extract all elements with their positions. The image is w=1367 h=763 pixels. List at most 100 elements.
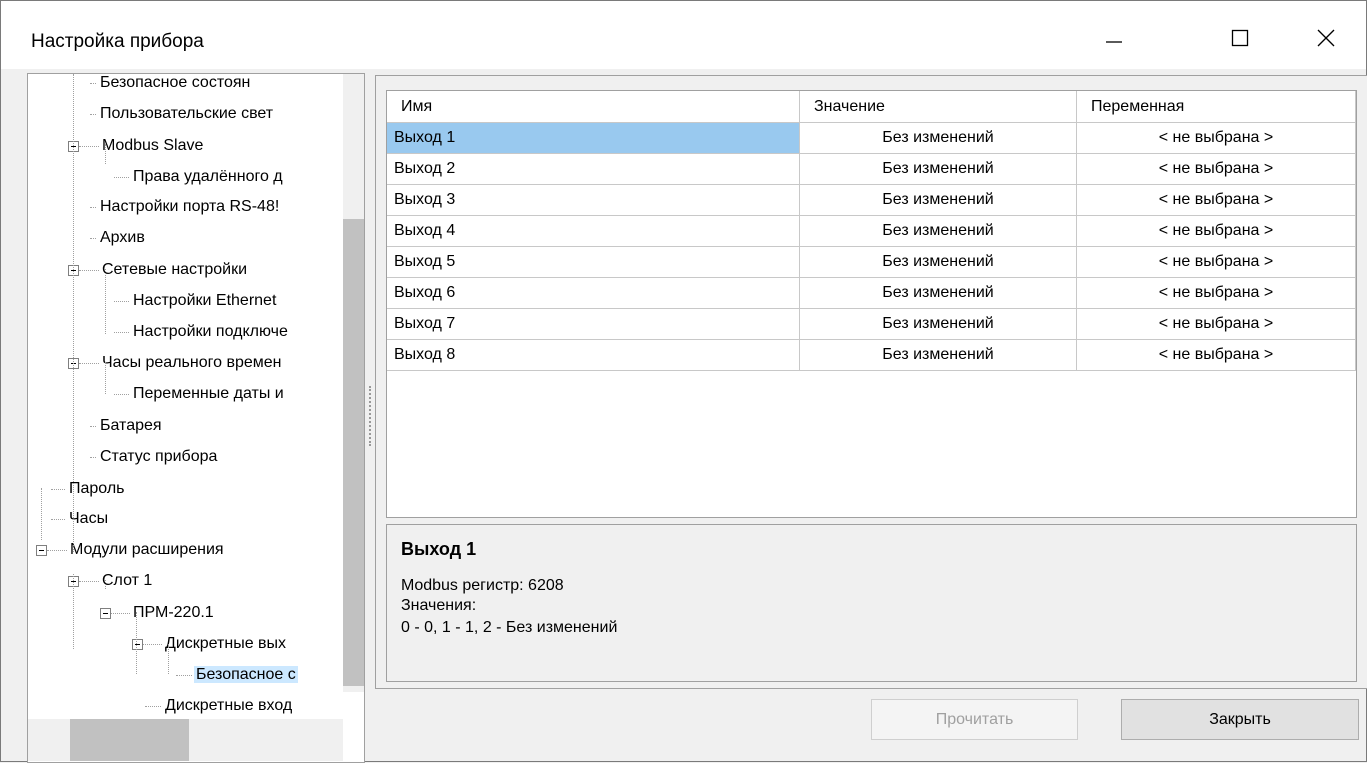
tree-connector [114,394,129,395]
tree-item[interactable]: Права удалённого д [131,162,285,192]
outputs-grid: Имя Значение Переменная Выход 1 Без измен… [386,90,1357,518]
tree-item[interactable]: Модули расширения [68,535,226,565]
tree-item[interactable]: Сетевые настройки [100,255,249,285]
tree-connector [79,363,99,364]
tree-item-label: Батарея [100,417,162,434]
tree-connector [47,550,67,551]
maximize-icon [1231,29,1249,47]
table-body: Выход 1 Без изменений < не выбрана > Выход … [387,122,1356,371]
collapse-icon[interactable] [132,639,143,650]
cell-variable[interactable]: < не выбрана > [1076,246,1356,278]
tree-item-label: Пароль [69,480,125,497]
table-row[interactable]: Выход 4 Без изменений < не выбрана > [387,215,1356,247]
tree-connector [145,706,161,707]
table-row[interactable]: Выход 8 Без изменений < не выбрана > [387,339,1356,371]
tree-item[interactable]: Переменные даты и [131,379,286,409]
cell-variable[interactable]: < не выбрана > [1076,184,1356,216]
tree-item[interactable]: Настройки порта RS-48! [98,192,281,222]
cell-variable[interactable]: < не выбрана > [1076,215,1356,247]
tree-connector [41,488,42,540]
description-title: Выход 1 [401,539,477,559]
close-window-button[interactable] [1298,13,1354,63]
tree-item[interactable]: Слот 1 [100,566,154,596]
cell-value[interactable]: Без изменений [799,122,1077,154]
tree-item[interactable]: Архив [98,223,147,253]
cell-value[interactable]: Без изменений [799,153,1077,185]
cell-value[interactable]: Без изменений [799,339,1077,371]
column-header-name[interactable]: Имя [387,91,800,123]
cell-variable[interactable]: < не выбрана > [1076,277,1356,309]
tree-item-label: Сетевые настройки [102,261,248,278]
cell-name[interactable]: Выход 8 [387,339,800,371]
close-icon [1317,29,1335,47]
cell-name[interactable]: Выход 1 [387,122,800,154]
table-row[interactable]: Выход 6 Без изменений < не выбрана > [387,277,1356,309]
tree-item[interactable]: Настройки подключе [131,317,290,347]
tree-connector [79,581,99,582]
tree-item-label: Переменные даты и [133,385,284,402]
tree-item[interactable]: Безопасное с [194,660,298,690]
tree-connector [114,332,129,333]
tree-item-label: Права удалённого д [133,168,283,185]
minimize-button[interactable] [1086,13,1142,63]
tree-connector [79,146,99,147]
description-panel: Выход 1 Modbus регистр: 6208 Значения: 0… [386,524,1357,682]
tree-item[interactable]: Безопасное состоян [98,74,252,98]
cell-value[interactable]: Без изменений [799,277,1077,309]
tree-vertical-scroll-thumb[interactable] [343,219,364,686]
tree-item-label: Настройки Ethernet [133,292,277,309]
cell-variable[interactable]: < не выбрана > [1076,339,1356,371]
cell-name[interactable]: Выход 7 [387,308,800,340]
cell-variable[interactable]: < не выбрана > [1076,122,1356,154]
table-row[interactable]: Выход 1 Без изменений < не выбрана > [387,122,1356,154]
collapse-icon[interactable] [36,545,47,556]
tree-connector [105,362,106,394]
cell-name[interactable]: Выход 5 [387,246,800,278]
maximize-button[interactable] [1212,13,1268,63]
tree-horizontal-scroll-thumb[interactable] [70,719,189,761]
tree-horizontal-scrollbar[interactable] [28,719,343,761]
vertical-splitter[interactable] [369,386,373,446]
cell-value[interactable]: Без изменений [799,246,1077,278]
cell-value[interactable]: Без изменений [799,308,1077,340]
tree-item[interactable]: Пользовательские свет [98,99,275,129]
table-row[interactable]: Выход 3 Без изменений < не выбрана > [387,184,1356,216]
tree-item[interactable]: ПРМ-220.1 [131,598,216,628]
read-button[interactable]: Прочитать [871,699,1078,740]
tree-vertical-scrollbar[interactable] [343,74,364,692]
table-row[interactable]: Выход 7 Без изменений < не выбрана > [387,308,1356,340]
close-button[interactable]: Закрыть [1121,699,1359,740]
tree-item[interactable]: Дискретные вход [163,691,294,721]
tree-connector [136,612,137,674]
cell-name[interactable]: Выход 2 [387,153,800,185]
tree-item[interactable]: Батарея [98,411,164,441]
tree-item[interactable]: Настройки Ethernet [131,286,278,316]
tree-connector [51,519,65,520]
collapse-icon[interactable] [100,608,111,619]
device-tree[interactable]: Безопасное состоян Пользовательские свет M… [27,73,365,763]
tree-item-label: Безопасное с [194,666,298,683]
tree-item[interactable]: Статус прибора [98,442,219,472]
outputs-table: Имя Значение Переменная Выход 1 Без измен… [387,91,1356,371]
tree-item[interactable]: Modbus Slave [100,131,205,161]
tree-item[interactable]: Часы реального времен [100,348,283,378]
column-header-value[interactable]: Значение [799,91,1077,123]
description-values-label: Значения: [401,597,477,614]
tree-item[interactable]: Дискретные вых [163,629,288,659]
cell-value[interactable]: Без изменений [799,215,1077,247]
tree-connector [105,580,106,589]
cell-name[interactable]: Выход 6 [387,277,800,309]
cell-name[interactable]: Выход 4 [387,215,800,247]
table-row[interactable]: Выход 5 Без изменений < не выбрана > [387,246,1356,278]
tree-item[interactable]: Пароль [67,474,127,504]
column-header-variable[interactable]: Переменная [1076,91,1356,123]
cell-name[interactable]: Выход 3 [387,184,800,216]
cell-variable[interactable]: < не выбрана > [1076,153,1356,185]
tree-connector [79,270,99,271]
tree-connector [114,301,129,302]
table-row[interactable]: Выход 2 Без изменений < не выбрана > [387,153,1356,185]
tree-item-label: ПРМ-220.1 [133,604,214,621]
cell-variable[interactable]: < не выбрана > [1076,308,1356,340]
tree-item-label: Модули расширения [70,541,224,558]
cell-value[interactable]: Без изменений [799,184,1077,216]
